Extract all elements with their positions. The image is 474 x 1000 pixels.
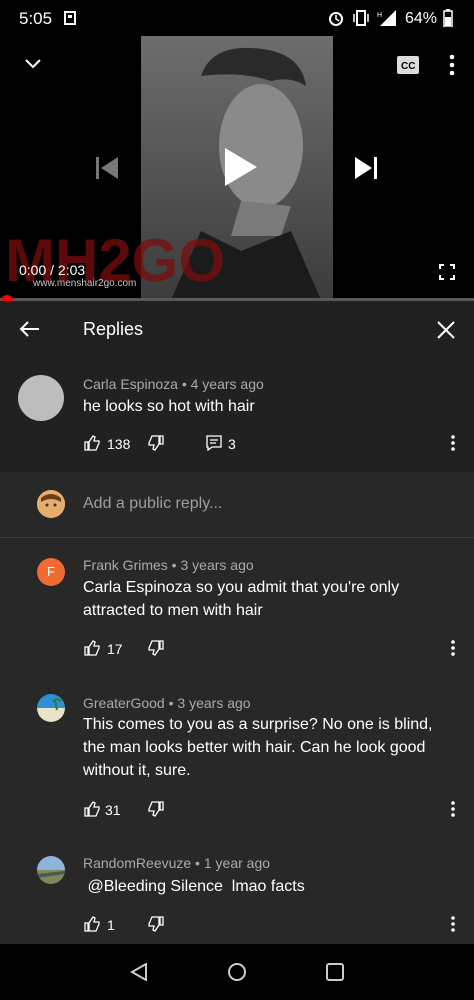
comment-age: 3 years ago [180, 557, 254, 573]
watermark-logo: MH2GOwww.menshair2go.com [5, 227, 225, 291]
more-vert-icon[interactable] [449, 54, 455, 76]
comment-text: he looks so hot with hair [83, 398, 255, 415]
time-current: 0:00 [19, 262, 47, 278]
battery-icon [443, 9, 453, 27]
thumbs-up-icon[interactable] [84, 916, 100, 932]
parent-comment: Carla Espinoza • 4 years ago he looks so… [0, 357, 474, 472]
thumbs-down-icon[interactable] [148, 640, 164, 656]
fullscreen-icon[interactable] [439, 264, 455, 280]
screenshot-icon [64, 11, 76, 25]
list-item: F Frank Grimes • 3 years ago Carla Espin… [0, 538, 474, 668]
nav-back-icon[interactable] [130, 963, 148, 981]
landscape-avatar-icon [37, 694, 65, 722]
thumbs-down-icon[interactable] [148, 801, 164, 817]
comment-author[interactable]: Frank Grimes [83, 557, 168, 573]
thumbs-up-icon[interactable] [84, 801, 100, 817]
comment-meta: Frank Grimes • 3 years ago [83, 557, 254, 573]
chevron-down-icon[interactable] [25, 58, 41, 70]
page-title: Replies [83, 319, 144, 339]
captions-icon[interactable]: CC [397, 56, 419, 74]
time-total: 2:03 [57, 262, 86, 278]
system-nav-bar [0, 944, 474, 1000]
nav-recents-icon[interactable] [326, 963, 344, 981]
current-user-avatar [37, 490, 65, 518]
thumbs-up-icon[interactable] [84, 640, 100, 656]
comment-author[interactable]: RandomReevuze [83, 855, 191, 871]
next-icon[interactable] [355, 157, 377, 179]
avatar[interactable]: F [37, 558, 65, 586]
time-separator: / [46, 262, 58, 278]
close-icon[interactable] [436, 320, 456, 340]
thumbs-up-icon[interactable] [84, 435, 100, 451]
meta-separator: • [177, 376, 191, 392]
like-count: 1 [107, 917, 115, 933]
like-count: 17 [107, 641, 123, 657]
more-vert-icon[interactable] [450, 801, 456, 817]
reply-count-icon[interactable] [206, 435, 222, 451]
like-count: 138 [107, 436, 131, 452]
status-bar: 5:05 H 64% [0, 0, 474, 36]
comment-author[interactable]: GreaterGood [83, 695, 165, 711]
road-avatar-icon [37, 856, 65, 884]
comment-meta: Carla Espinoza • 4 years ago [83, 376, 264, 392]
comment-author[interactable]: Carla Espinoza [83, 376, 178, 392]
thumbs-down-icon[interactable] [148, 916, 164, 932]
more-vert-icon[interactable] [450, 435, 456, 451]
battery-percent: 64% [405, 10, 438, 27]
nav-home-icon[interactable] [227, 962, 247, 982]
meta-separator: • [191, 855, 204, 871]
play-icon[interactable] [225, 148, 257, 186]
svg-text:H: H [377, 12, 382, 19]
comment-meta: RandomReevuze • 1 year ago [83, 855, 270, 871]
avatar[interactable] [18, 375, 64, 421]
reply-count: 3 [228, 436, 236, 452]
replies-header: Replies [0, 301, 474, 357]
previous-icon [96, 157, 118, 179]
list-item: GreaterGood • 3 years ago This comes to … [0, 676, 474, 836]
meta-separator: • [167, 557, 181, 573]
video-player[interactable]: CC MH2GO www.menshair2go.com 0:00 / 2:03 [0, 36, 474, 300]
svg-text:www.menshair2go.com: www.menshair2go.com [32, 278, 136, 289]
comment-text: Carla Espinoza so you admit that you're … [83, 579, 400, 619]
comment-age: 3 years ago [177, 695, 251, 711]
reply-input[interactable]: Add a public reply... [83, 495, 222, 513]
status-time: 5:05 [19, 9, 53, 28]
like-count: 31 [105, 802, 121, 818]
avatar[interactable] [37, 694, 65, 722]
back-arrow-icon[interactable] [18, 320, 40, 338]
more-vert-icon[interactable] [450, 916, 456, 932]
comment-age: 4 years ago [190, 376, 264, 392]
thumbs-down-icon[interactable] [148, 435, 164, 451]
more-vert-icon[interactable] [450, 640, 456, 656]
avatar[interactable] [37, 856, 65, 884]
vibrate-icon [353, 10, 369, 26]
comment-age: 1 year ago [203, 855, 271, 871]
user-face-icon [37, 490, 65, 518]
list-item: RandomReevuze • 1 year ago @Bleeding Sil… [0, 838, 474, 944]
signal-icon: H [377, 10, 396, 26]
svg-text:CC: CC [401, 61, 415, 72]
comment-text: @Bleeding Silence lmao facts [83, 878, 305, 895]
comment-text: This comes to you as a surprise? No one … [83, 716, 433, 779]
video-time: 0:00 / 2:03 [19, 262, 85, 278]
meta-separator: • [164, 695, 178, 711]
comment-meta: GreaterGood • 3 years ago [83, 695, 251, 711]
alarm-icon [329, 12, 343, 26]
